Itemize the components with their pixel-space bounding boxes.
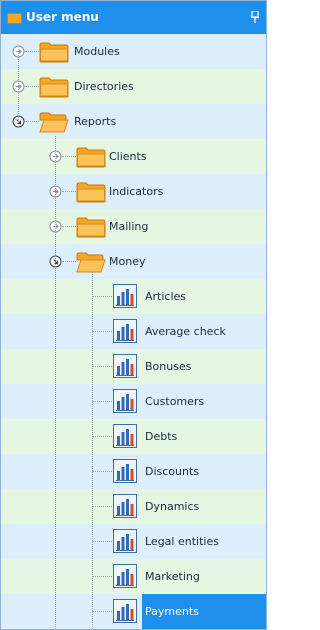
tree-connector [92,506,112,507]
report-icon [112,283,138,309]
tree-connector [55,136,56,629]
report-icon [112,458,138,484]
tree-item-average-check[interactable]: Average check [1,314,266,349]
tree-item-label: Customers [145,395,205,408]
tree-item-legal-entities[interactable]: Legal entities [1,524,266,559]
tree-item-label: Mailing [109,220,149,233]
tree-connector [25,51,39,52]
tree-connector [92,611,112,612]
folder-icon [7,13,22,24]
tree-item-discounts[interactable]: Discounts [1,454,266,489]
tree-item-clients[interactable]: Clients [1,139,266,174]
tree-connector [92,401,112,402]
folder-icon [76,217,106,238]
report-icon [112,318,138,344]
tree-item-label: Average check [145,325,226,338]
tree-item-reports[interactable]: Reports [1,104,266,139]
tree-item-label: Bonuses [145,360,192,373]
folder-icon [76,147,106,168]
folder-icon [76,182,106,203]
tree-item-bonuses[interactable]: Bonuses [1,349,266,384]
folder-icon [39,42,69,63]
tree-connector [62,261,76,262]
tree-connector [92,366,112,367]
tree-item-label: Marketing [145,570,200,583]
tree-item-label: Clients [109,150,147,163]
panel-header: User menu [1,1,266,34]
tree-connector [25,86,39,87]
user-menu-panel: User menu Modules Directories Reports Cl… [0,0,267,630]
tree-item-label: Reports [74,115,117,128]
tree-item-label: Modules [74,45,120,58]
tree-item-marketing[interactable]: Marketing [1,559,266,594]
tree-item-label: Dynamics [145,500,200,513]
report-icon [112,598,138,624]
pin-icon[interactable] [251,11,259,23]
tree-item-label: Legal entities [145,535,219,548]
tree-item-indicators[interactable]: Indicators [1,174,266,209]
report-icon [112,388,138,414]
tree-item-label: Articles [145,290,187,303]
tree-connector [92,296,112,297]
tree-item-label: Directories [74,80,134,93]
tree-item-label: Indicators [109,185,164,198]
report-icon [112,423,138,449]
tree-item-dynamics[interactable]: Dynamics [1,489,266,524]
report-icon [112,353,138,379]
tree-connector [92,436,112,437]
tree-item-modules[interactable]: Modules [1,34,266,69]
folder-icon [39,77,69,98]
tree-item-articles[interactable]: Articles [1,279,266,314]
tree-item-debts[interactable]: Debts [1,419,266,454]
tree-connector [62,156,76,157]
tree-connector [92,331,112,332]
open-folder-icon [76,252,106,273]
tree-item-directories[interactable]: Directories [1,69,266,104]
tree-item-label: Payments [142,594,266,629]
panel-title: User menu [26,10,99,24]
tree-item-label: Debts [145,430,178,443]
tree-item-label: Discounts [145,465,200,478]
report-icon [112,528,138,554]
tree-item-customers[interactable]: Customers [1,384,266,419]
tree-item-label: Money [109,255,146,268]
tree-connector [92,471,112,472]
tree-connector [25,121,39,122]
tree-item-payments[interactable]: Payments [1,594,266,629]
open-folder-icon [39,112,69,133]
tree-connector [62,191,76,192]
report-icon [112,493,138,519]
tree-connector [92,541,112,542]
tree-connector [92,576,112,577]
tree-item-money[interactable]: Money [1,244,266,279]
tree-connector [62,226,76,227]
tree-connector [18,53,19,122]
report-icon [112,563,138,589]
tree-item-mailing[interactable]: Mailing [1,209,266,244]
